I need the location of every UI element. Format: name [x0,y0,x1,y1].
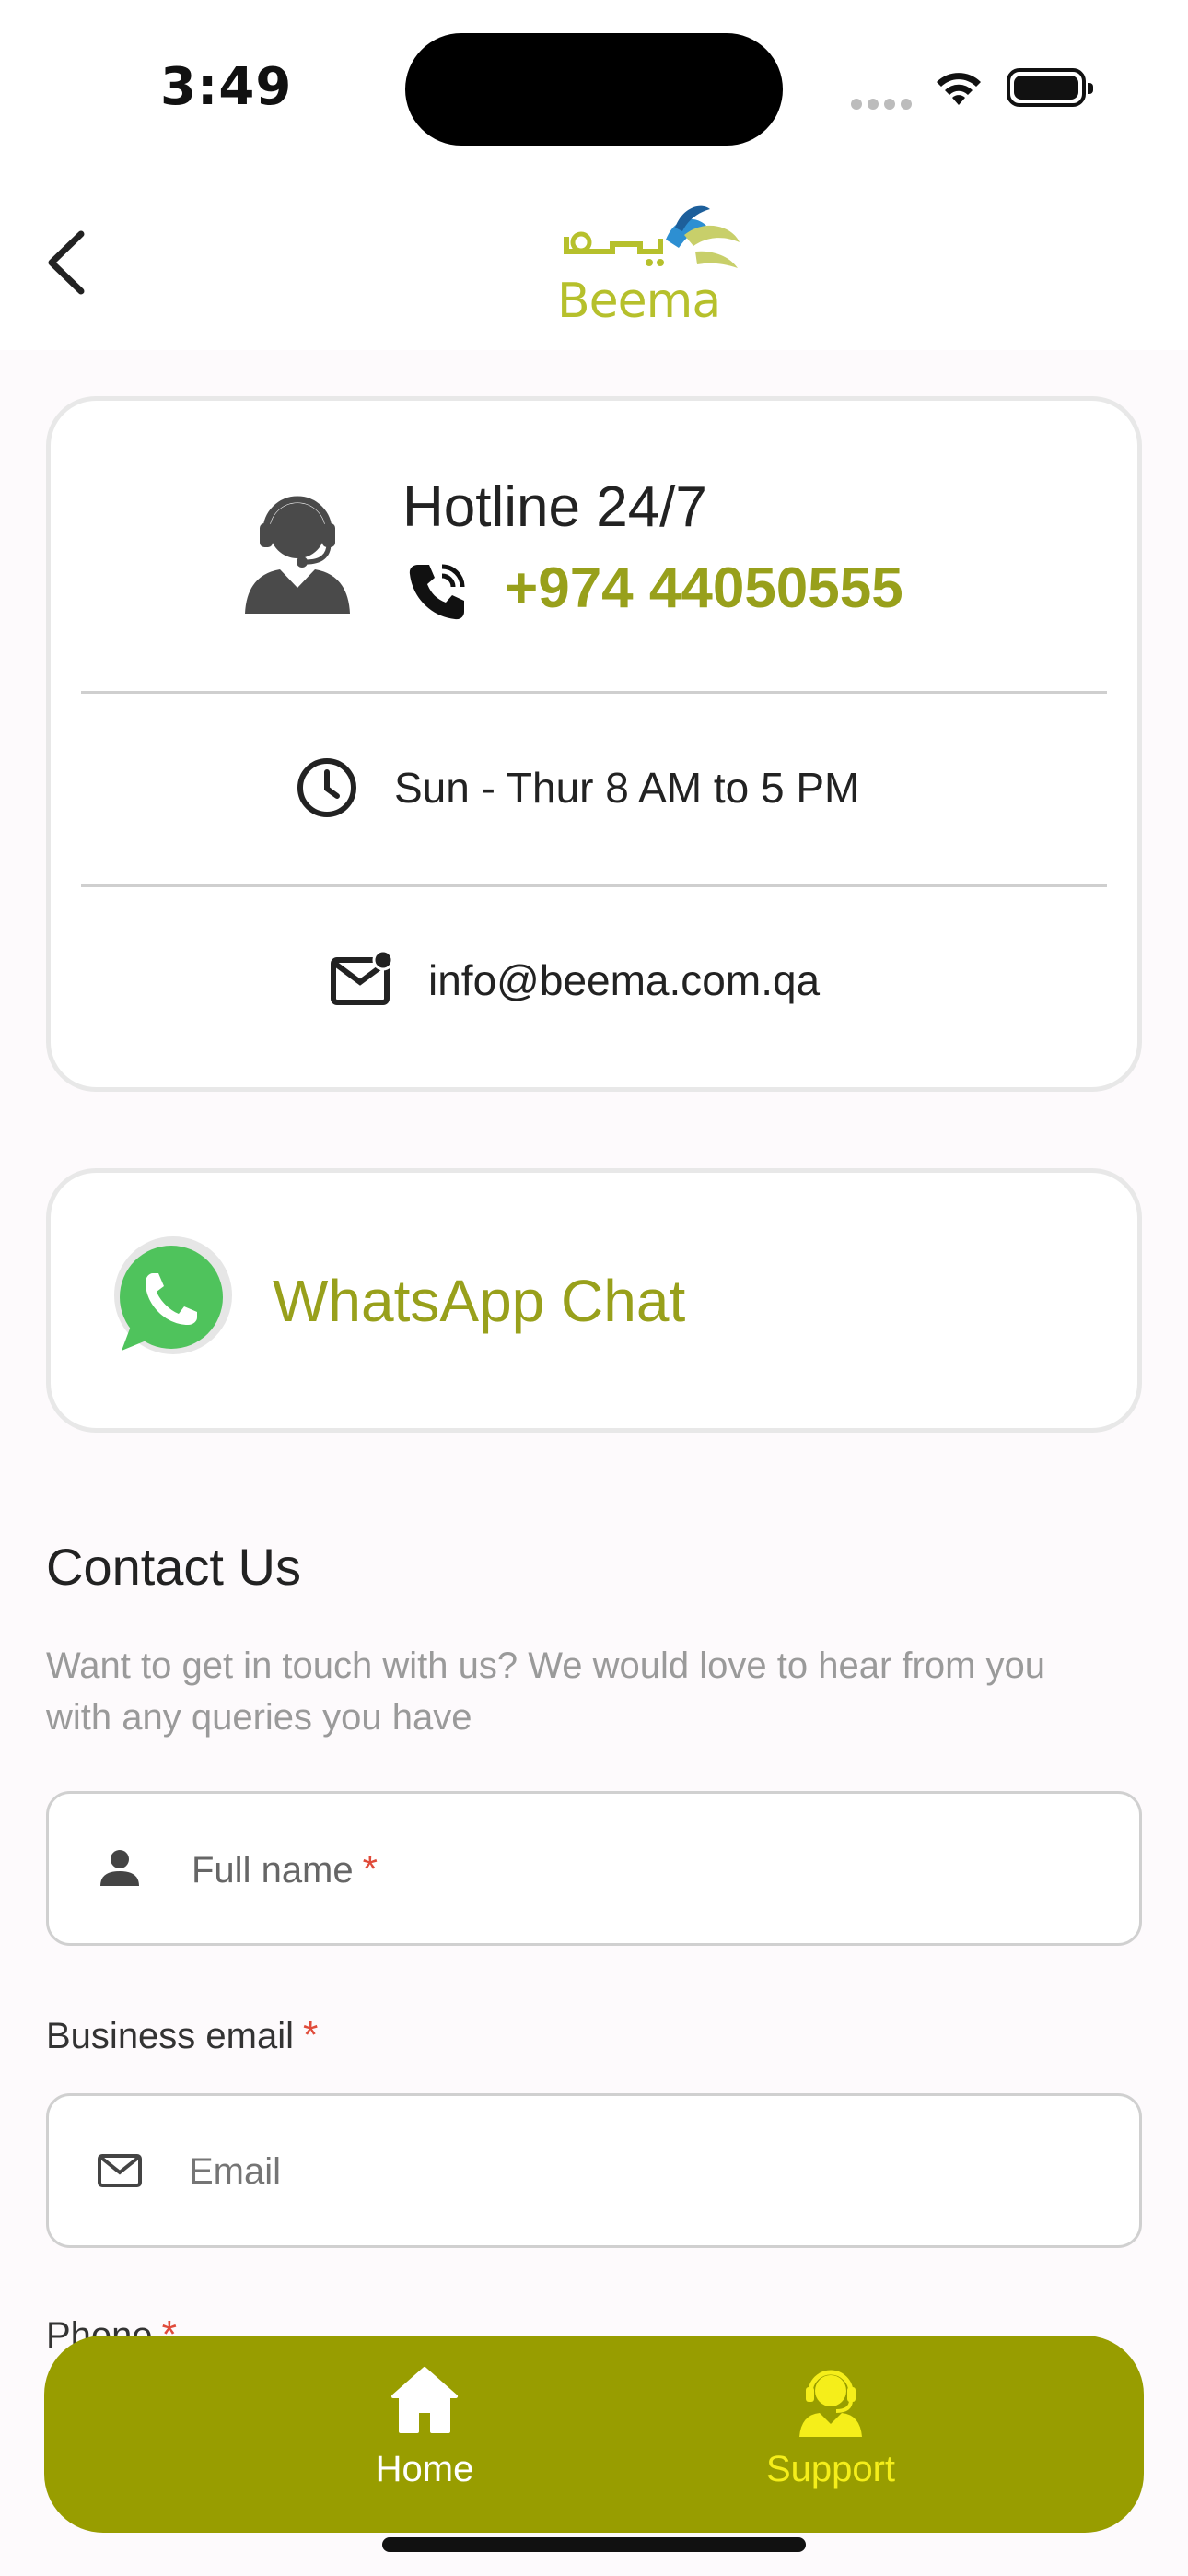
dynamic-island [405,33,783,146]
battery-icon [1007,68,1093,107]
full-name-placeholder: Full name * [192,1847,378,1891]
required-asterisk: * [362,1847,378,1891]
home-indicator [382,2537,806,2552]
back-chevron-icon[interactable] [37,221,101,304]
contact-us-title: Contact Us [46,1538,301,1596]
divider [81,884,1107,887]
wifi-icon [937,73,981,105]
tab-support-label: Support [765,2449,896,2489]
beema-logo: Beema [557,198,760,336]
support-agent-icon [245,496,350,614]
email-link[interactable]: info@beema.com.qa [428,955,820,1005]
hotline-number-link[interactable]: +974 44050555 [505,556,903,621]
tab-home-label: Home [375,2449,474,2489]
tab-home[interactable]: Home [222,2336,627,2533]
envelope-icon [98,2154,142,2187]
support-agent-icon [799,2370,862,2437]
business-email-label: Business email * [46,2013,319,2056]
phone-ringing-icon [409,564,465,620]
contact-us-description: Want to get in touch with us? We would l… [46,1645,1045,1738]
tab-support[interactable]: Support [628,2336,1033,2533]
divider [81,691,1107,694]
status-time: 3:49 [160,57,293,117]
full-name-field[interactable]: Full name * [46,1791,1142,1946]
home-icon [391,2367,458,2433]
whatsapp-icon [114,1236,232,1354]
cellular-signal-icon [851,96,917,113]
hotline-title: Hotline 24/7 [402,475,707,539]
status-bar: 3:49 [0,0,1188,175]
working-hours-text: Sun - Thur 8 AM to 5 PM [394,764,860,812]
clock-icon [297,758,356,817]
bottom-tab-bar: Home Support [44,2336,1144,2533]
mail-notification-icon [331,949,394,1005]
whatsapp-chat-label: WhatsApp Chat [273,1268,686,1334]
required-asterisk: * [303,2013,319,2056]
business-email-field[interactable] [46,2093,1142,2248]
email-input[interactable] [189,2144,1018,2199]
logo-text: Beema [557,274,721,329]
person-icon [100,1850,139,1886]
